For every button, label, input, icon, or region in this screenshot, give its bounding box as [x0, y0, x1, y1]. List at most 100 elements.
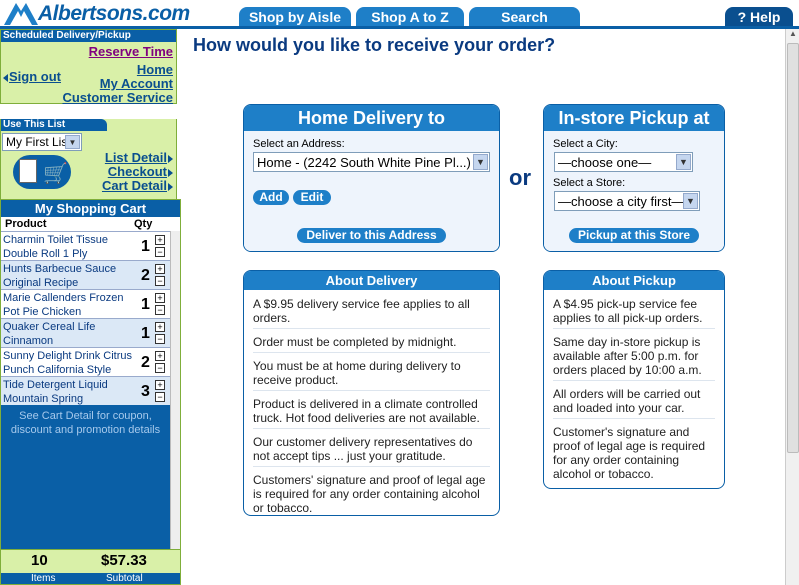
address-select[interactable]: Home - (2242 South White Pine Pl...) ▼ — [253, 152, 490, 172]
info-list-item: Same day in-store pickup is available af… — [553, 332, 715, 381]
home-delivery-panel: Home Delivery to Select an Address: Home… — [243, 104, 500, 252]
info-list-item: Product is delivered in a climate contro… — [253, 394, 490, 429]
chevron-down-icon[interactable]: ▼ — [683, 193, 698, 209]
info-list-item: Customers' signature and proof of legal … — [253, 473, 486, 515]
cart-row: Charmin Toilet Tissue Double Roll 1 Ply 1… — [1, 231, 180, 260]
cart-scrollbar[interactable] — [170, 231, 180, 551]
sign-out-label: Sign out — [9, 69, 61, 84]
increase-qty-icon[interactable]: + — [155, 380, 165, 390]
albertsons-logo-mark-icon — [2, 1, 40, 27]
cart-note: See Cart Detail for coupon, discount and… — [10, 410, 161, 436]
top-header: Albertsons.com Shop by Aisle Shop A to Z… — [0, 0, 799, 29]
cart-detail-label: Cart Detail — [101, 178, 167, 193]
subtotal-label: Subtotal — [106, 573, 143, 584]
cart-item-name[interactable]: Marie Callenders Frozen Pot Pie Chicken — [3, 291, 133, 319]
home-delivery-title: Home Delivery to — [244, 105, 499, 131]
cart-row: Hunts Barbecue Sauce Original Recipe 2 + − — [1, 260, 180, 289]
city-select[interactable]: —choose one— ▼ — [554, 152, 693, 172]
cart-item-qty: 2 — [141, 267, 150, 284]
tab-search[interactable]: Search — [469, 7, 580, 27]
checkout-link[interactable]: Checkout — [108, 164, 173, 179]
decrease-qty-icon[interactable]: − — [155, 276, 165, 286]
cart-item-name[interactable]: Tide Detergent Liquid Mountain Spring — [3, 378, 133, 406]
address-select-value: Home - (2242 South White Pine Pl...) — [257, 154, 471, 170]
page-title: How would you like to receive your order… — [193, 35, 556, 55]
reserve-time-link[interactable]: Reserve Time — [89, 44, 173, 59]
list-to-cart-icon[interactable]: 🛒 — [13, 155, 71, 189]
increase-qty-icon[interactable]: + — [155, 264, 165, 274]
chevron-down-icon[interactable]: ▼ — [473, 154, 488, 170]
qty-column-header: Qty — [134, 218, 153, 230]
info-list-item: A $4.95 pick-up service fee applies to a… — [553, 294, 715, 329]
cart-item-name[interactable]: Hunts Barbecue Sauce Original Recipe — [3, 262, 133, 290]
decrease-qty-icon[interactable]: − — [155, 305, 165, 315]
about-pickup-list: A $4.95 pick-up service fee applies to a… — [544, 290, 724, 484]
sign-out-link[interactable]: Sign out — [3, 69, 61, 84]
items-count: 10 — [31, 552, 48, 569]
help-button[interactable]: ? Help — [725, 7, 793, 27]
chevron-down-icon[interactable]: ▼ — [65, 135, 80, 149]
increase-qty-icon[interactable]: + — [155, 293, 165, 303]
page-scrollbar[interactable]: ▲ — [785, 29, 799, 585]
info-list-item: Our customer delivery representatives do… — [253, 432, 490, 467]
info-list-item: A $9.95 delivery service fee applies to … — [253, 294, 490, 329]
tab-shop-by-aisle[interactable]: Shop by Aisle — [239, 7, 351, 27]
logo-text: Albertsons.com — [38, 2, 190, 25]
store-select[interactable]: —choose a city first— ▼ — [554, 191, 700, 211]
cart-item-qty: 1 — [141, 238, 150, 255]
subtotal-value: $57.33 — [101, 552, 147, 569]
deliver-to-address-button[interactable]: Deliver to this Address — [297, 228, 446, 243]
albertsons-logo[interactable]: Albertsons.com — [2, 1, 190, 27]
cart-totals: 10 $57.33 Items Subtotal — [1, 549, 180, 584]
pickup-title: In-store Pickup at — [544, 105, 724, 131]
increase-qty-icon[interactable]: + — [155, 322, 165, 332]
cart-item-qty: 1 — [141, 325, 150, 342]
list-detail-label: List Detail — [104, 150, 167, 165]
notepad-icon — [19, 159, 37, 183]
about-delivery-list: A $9.95 delivery service fee applies to … — [244, 290, 499, 515]
decrease-qty-icon[interactable]: − — [155, 334, 165, 344]
totals-labels: Items Subtotal — [1, 573, 180, 584]
scheduled-heading: Scheduled Delivery/Pickup — [1, 30, 176, 42]
chevron-down-icon[interactable]: ▼ — [676, 154, 691, 170]
cart-row: Quaker Cereal Life Cinnamon 1 + − — [1, 318, 180, 347]
arrow-left-icon — [3, 73, 8, 82]
cart-item-name[interactable]: Charmin Toilet Tissue Double Roll 1 Ply — [3, 233, 133, 261]
about-pickup-title: About Pickup — [544, 271, 724, 290]
arrow-right-icon — [168, 168, 173, 177]
arrow-right-icon — [168, 182, 173, 191]
add-address-button[interactable]: Add — [253, 190, 289, 205]
cart-detail-link[interactable]: Cart Detail — [102, 178, 173, 193]
cart-column-headers: Product Qty — [1, 217, 180, 231]
city-select-value: —choose one— — [558, 154, 652, 170]
cart-row: Tide Detergent Liquid Mountain Spring 3 + − — [1, 376, 180, 405]
scrollbar-thumb[interactable] — [787, 43, 799, 453]
product-column-header: Product — [5, 218, 47, 230]
cart-row: Sunny Delight Drink Citrus Punch Califor… — [1, 347, 180, 376]
in-store-pickup-panel: In-store Pickup at Select a City: —choos… — [543, 104, 725, 252]
customer-service-link[interactable]: Customer Service — [62, 90, 173, 105]
info-list-item: Customer's signature and proof of legal … — [553, 425, 706, 481]
increase-qty-icon[interactable]: + — [155, 351, 165, 361]
info-list-item: You must be at home during delivery to r… — [253, 356, 490, 391]
scroll-up-icon[interactable]: ▲ — [787, 29, 799, 42]
shopping-cart-panel: My Shopping Cart Product Qty Charmin Toi… — [0, 199, 181, 585]
edit-address-button[interactable]: Edit — [293, 190, 331, 205]
cart-item-name[interactable]: Sunny Delight Drink Citrus Punch Califor… — [3, 349, 133, 377]
home-link[interactable]: Home — [137, 62, 173, 77]
decrease-qty-icon[interactable]: − — [155, 247, 165, 257]
my-account-link[interactable]: My Account — [100, 76, 173, 91]
decrease-qty-icon[interactable]: − — [155, 363, 165, 373]
cart-rows: Charmin Toilet Tissue Double Roll 1 Ply 1… — [1, 231, 180, 405]
cart-item-qty: 2 — [141, 354, 150, 371]
list-detail-link[interactable]: List Detail — [105, 150, 173, 165]
list-select[interactable]: My First List ▼ — [2, 133, 82, 151]
pickup-at-store-button[interactable]: Pickup at this Store — [569, 228, 699, 243]
increase-qty-icon[interactable]: + — [155, 235, 165, 245]
store-label: Select a Store: — [553, 177, 626, 189]
decrease-qty-icon[interactable]: − — [155, 392, 165, 402]
tab-shop-a-to-z[interactable]: Shop A to Z — [356, 7, 464, 27]
city-label: Select a City: — [553, 138, 618, 150]
items-label: Items — [31, 573, 56, 584]
cart-item-name[interactable]: Quaker Cereal Life Cinnamon — [3, 320, 133, 348]
